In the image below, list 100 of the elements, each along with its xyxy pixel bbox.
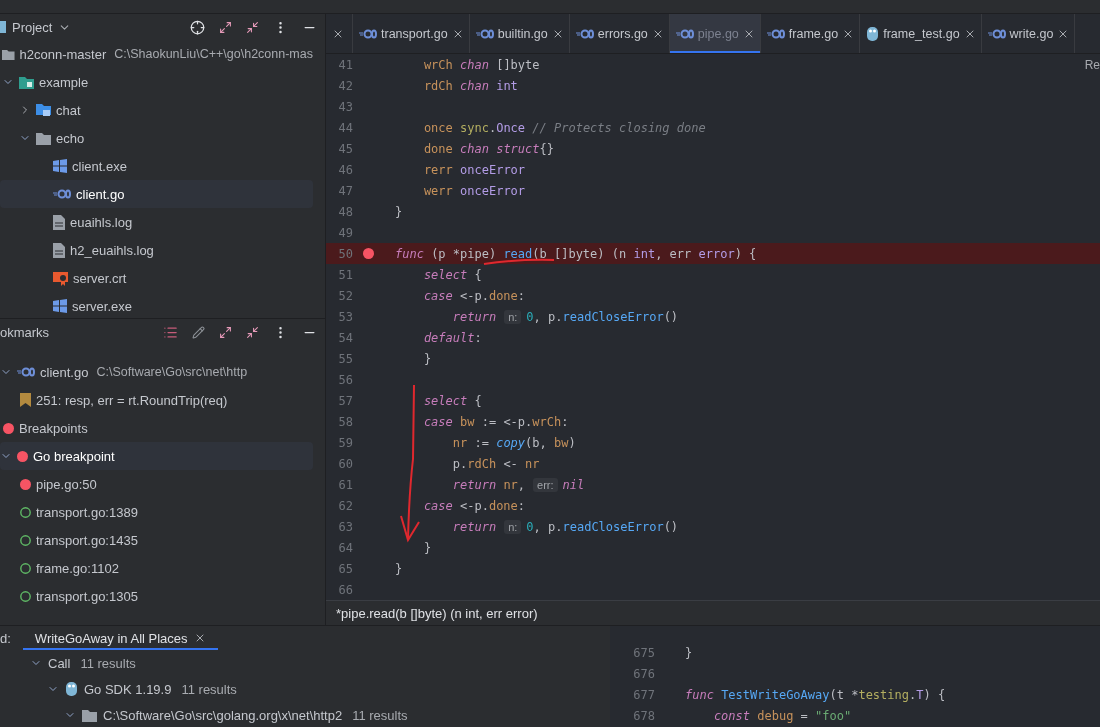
edit-icon[interactable]	[192, 325, 205, 339]
code-token: }	[395, 204, 403, 219]
list-icon[interactable]	[163, 324, 178, 340]
tree-item[interactable]: Breakpoints	[0, 414, 313, 442]
go-file-icon	[17, 367, 35, 377]
line-number: 62	[337, 498, 353, 513]
code-token: (b []byte) (n	[532, 246, 628, 261]
tree-item[interactable]: server.crt	[0, 264, 313, 292]
code-token: }	[422, 540, 432, 555]
code-token: ) {	[923, 687, 946, 702]
breakpoint-icon[interactable]	[363, 248, 374, 259]
code-token: readCloseError	[562, 519, 664, 534]
expand-icon[interactable]	[219, 325, 232, 339]
tree-item-label: chat	[56, 102, 81, 118]
text-file-icon	[53, 214, 65, 230]
code-token: select	[422, 393, 468, 408]
result-count: 11 results	[80, 655, 136, 671]
folder-icon	[82, 708, 97, 722]
code-token: "foo"	[815, 708, 852, 723]
tree-item[interactable]: example	[0, 68, 313, 96]
windows-icon	[53, 299, 67, 313]
tree-item-label: transport.go:1435	[36, 532, 138, 548]
line-number: 42	[337, 78, 353, 93]
locate-icon[interactable]	[190, 19, 205, 35]
line-number: 56	[337, 372, 353, 387]
tree-item-label[interactable]: Call	[48, 655, 71, 671]
editor-tab[interactable]: frame_test.go	[860, 14, 982, 53]
go-file-icon	[53, 189, 71, 199]
panel-icon	[0, 21, 6, 33]
inlay-hint: n:	[504, 519, 522, 534]
tree-item-label[interactable]: Go SDK 1.19.9	[84, 681, 172, 697]
expand-icon[interactable]	[219, 20, 232, 34]
collapse-icon[interactable]	[246, 325, 259, 339]
editor-tab[interactable]: frame.go	[760, 14, 861, 53]
tree-item[interactable]: h2_euaihls.log	[0, 236, 313, 264]
code-token: const	[712, 708, 752, 723]
code-token: )	[568, 435, 576, 450]
code-token: done	[676, 120, 706, 135]
code-token: p.	[451, 456, 468, 471]
tree-item-label: server.exe	[72, 298, 132, 314]
line-number: 59	[337, 435, 353, 450]
tree-item[interactable]: transport.go:1389	[0, 498, 313, 526]
signature-tooltip: *pipe.read(b []byte) (n int, err error)	[326, 600, 1100, 625]
code-token: // Protects closing	[531, 120, 671, 135]
tree-item[interactable]: transport.go:1305	[0, 582, 313, 610]
code-token: done	[488, 288, 518, 303]
code-token: , err	[655, 246, 693, 261]
code-token: :=	[473, 435, 490, 450]
result-count: 11 results	[181, 681, 237, 697]
go-file-icon	[475, 28, 494, 39]
code-token: done	[422, 141, 454, 156]
line-number: 63	[337, 519, 353, 534]
tree-item[interactable]: Go breakpoint	[0, 442, 313, 470]
code-token: =	[799, 708, 809, 723]
tree-item[interactable]: client.go C:\Software\Go\src\net\http	[0, 358, 313, 386]
code-token: chan struct	[460, 141, 540, 156]
tree-item[interactable]: client.go	[0, 180, 313, 208]
code-token: bw	[553, 435, 569, 450]
file-path: C:\Software\Go\src\net\http	[96, 365, 248, 379]
code-token: onceError	[460, 162, 526, 177]
editor-tab[interactable]: transport.go	[353, 14, 470, 53]
text-file-icon	[53, 242, 65, 258]
result-count: 11 results	[352, 707, 408, 723]
tree-item[interactable]: h2conn-master C:\ShaokunLiu\C++\go\h2conn-mas	[0, 40, 313, 68]
code-token: nr	[451, 435, 468, 450]
code-token: case	[422, 288, 453, 303]
tree-item-label: pipe.go:50	[36, 476, 97, 492]
reader-mode-label[interactable]: Re	[1084, 58, 1100, 72]
editor-tab[interactable]: builtin.go	[469, 14, 570, 53]
tree-item[interactable]: pipe.go:50	[0, 470, 313, 498]
line-number: 43	[337, 99, 353, 114]
line-number: 51	[337, 267, 353, 282]
collapse-icon[interactable]	[246, 20, 259, 34]
tree-item[interactable]: chat	[0, 96, 313, 124]
code-token: return	[451, 477, 497, 492]
code-token: 0	[526, 519, 534, 534]
line-number: 58	[337, 414, 353, 429]
code-token: func	[685, 687, 715, 702]
tree-item[interactable]: frame.go:1102	[0, 554, 313, 582]
tree-item[interactable]: euaihls.log	[0, 208, 313, 236]
tree-item[interactable]: client.exe	[0, 152, 313, 180]
tree-item-label: 251: resp, err = rt.RoundTrip(req)	[36, 392, 228, 408]
tree-item[interactable]: transport.go:1435	[0, 526, 313, 554]
package-folder-icon	[36, 103, 51, 117]
find-tab[interactable]: WriteGoAway in All Places	[22, 626, 218, 650]
code-token: T	[916, 687, 924, 702]
tree-item[interactable]: server.exe	[0, 292, 313, 318]
code-token: done	[488, 498, 518, 513]
editor-tab[interactable]: write.go	[981, 14, 1076, 53]
code-token: :	[517, 498, 526, 513]
tree-item[interactable]: 251: resp, err = rt.RoundTrip(req)	[0, 386, 313, 414]
code-token: []byte	[495, 57, 540, 72]
code-token: error	[698, 246, 735, 261]
code-token: nr	[525, 456, 540, 471]
code-token: <-p.	[459, 498, 489, 513]
code-token: copy	[496, 435, 526, 450]
code-token: .	[488, 120, 497, 135]
tree-item[interactable]: echo	[0, 124, 313, 152]
editor-tab[interactable]: errors.go	[569, 14, 670, 53]
tree-item-label[interactable]: C:\Software\Go\src\golang.org\x\net\http2	[103, 707, 343, 723]
